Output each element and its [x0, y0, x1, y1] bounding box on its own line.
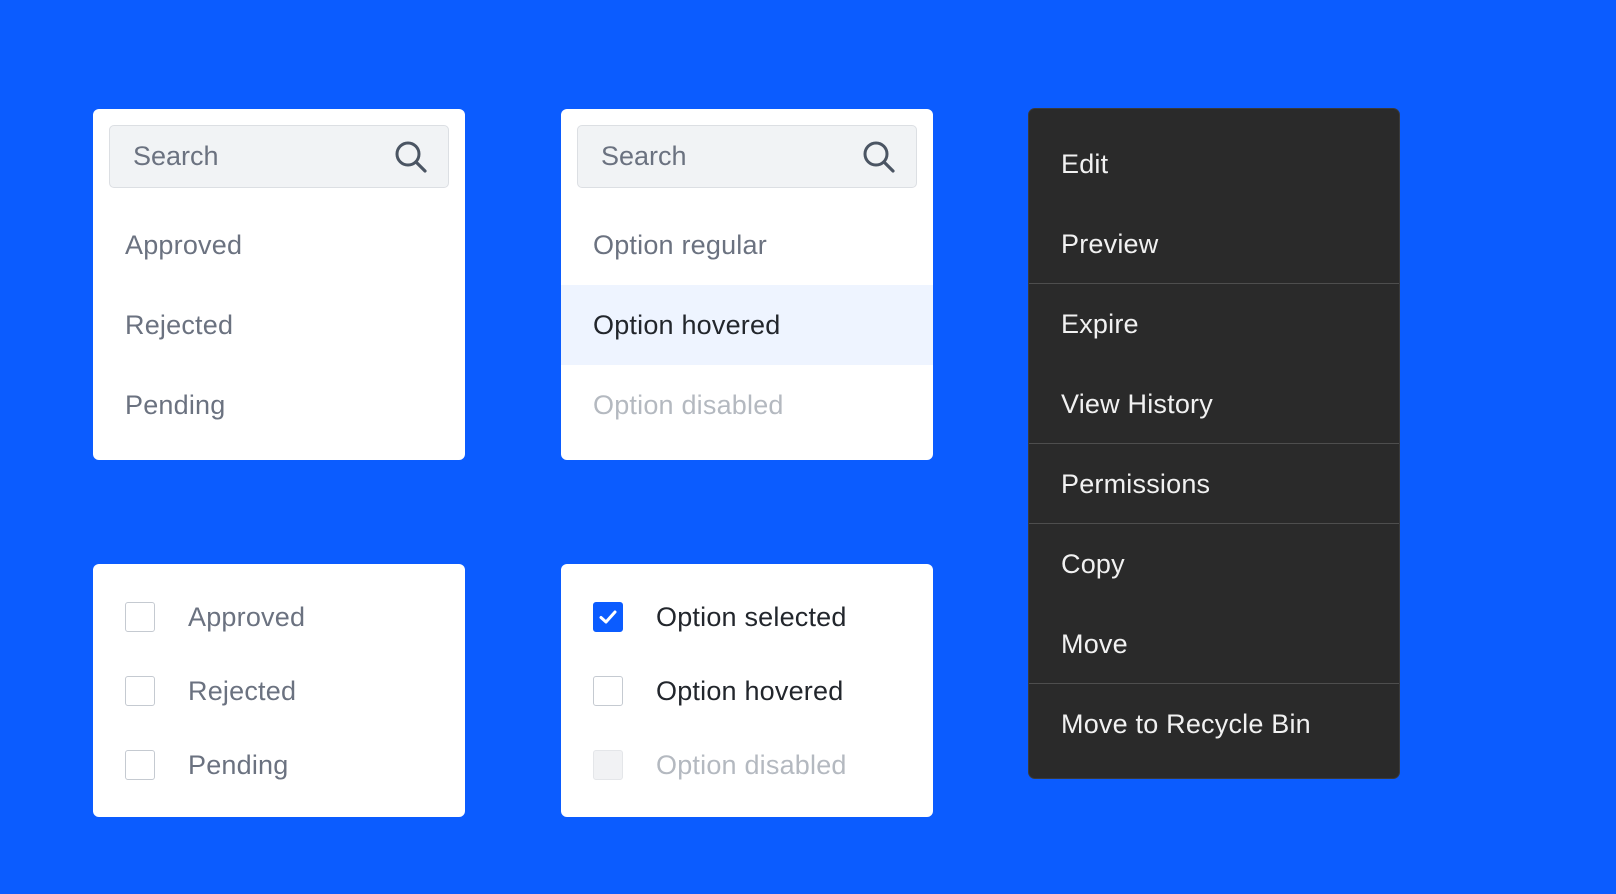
search-field[interactable] — [577, 125, 917, 188]
menu-item-view-history[interactable]: View History — [1029, 364, 1399, 444]
menu-item-edit[interactable]: Edit — [1029, 124, 1399, 204]
checkbox[interactable] — [125, 602, 155, 632]
menu-item-move[interactable]: Move — [1029, 604, 1399, 684]
dropdown-option-disabled: Option disabled — [593, 389, 784, 420]
dropdown-option-hovered[interactable]: Option hovered — [561, 285, 933, 365]
menu-item-permissions[interactable]: Permissions — [1029, 444, 1399, 524]
checkbox[interactable] — [593, 676, 623, 706]
search-input[interactable] — [578, 126, 848, 187]
dropdown-option-approved[interactable]: Approved — [93, 205, 465, 285]
checklist-panel-states: Option selected Option hovered Option di… — [561, 564, 933, 817]
checkbox-label: Option selected — [656, 601, 847, 632]
checklist-item-pending[interactable]: Pending — [125, 745, 289, 785]
checklist-item-rejected[interactable]: Rejected — [125, 671, 296, 711]
menu-item-copy[interactable]: Copy — [1029, 524, 1399, 604]
checkbox-label: Rejected — [188, 675, 297, 706]
checklist-panel-default: Approved Rejected Pending — [93, 564, 465, 817]
search-field[interactable] — [109, 125, 449, 188]
search-icon[interactable] — [394, 140, 428, 174]
dropdown-option-pending[interactable]: Pending — [93, 365, 465, 445]
dropdown-option-regular[interactable]: Option regular — [561, 205, 933, 285]
checklist-item-disabled: Option disabled — [593, 745, 847, 785]
checkbox[interactable] — [125, 676, 155, 706]
checklist-item-selected[interactable]: Option selected — [593, 597, 847, 637]
checkbox-disabled — [593, 750, 623, 780]
menu-item-move-to-recycle-bin[interactable]: Move to Recycle Bin — [1029, 684, 1399, 764]
checkbox-label: Option hovered — [656, 675, 844, 706]
checkbox[interactable] — [125, 750, 155, 780]
dropdown-panel-states: Option regular Option hovered Option dis… — [561, 109, 933, 460]
menu-item-preview[interactable]: Preview — [1029, 204, 1399, 284]
search-input[interactable] — [110, 126, 380, 187]
checkmark-icon — [599, 610, 617, 624]
checklist-item-hovered[interactable]: Option hovered — [593, 671, 843, 711]
menu-item-expire[interactable]: Expire — [1029, 284, 1399, 364]
checkbox-label: Pending — [188, 749, 289, 780]
dropdown-panel-default: Approved Rejected Pending — [93, 109, 465, 460]
checkbox-checked[interactable] — [593, 602, 623, 632]
dropdown-option-rejected[interactable]: Rejected — [93, 285, 465, 365]
search-icon[interactable] — [862, 140, 896, 174]
checklist-item-approved[interactable]: Approved — [125, 597, 305, 637]
checkbox-label: Option disabled — [656, 749, 847, 780]
context-menu: Edit Preview Expire View History Permiss… — [1028, 108, 1400, 779]
checkbox-label: Approved — [188, 601, 306, 632]
